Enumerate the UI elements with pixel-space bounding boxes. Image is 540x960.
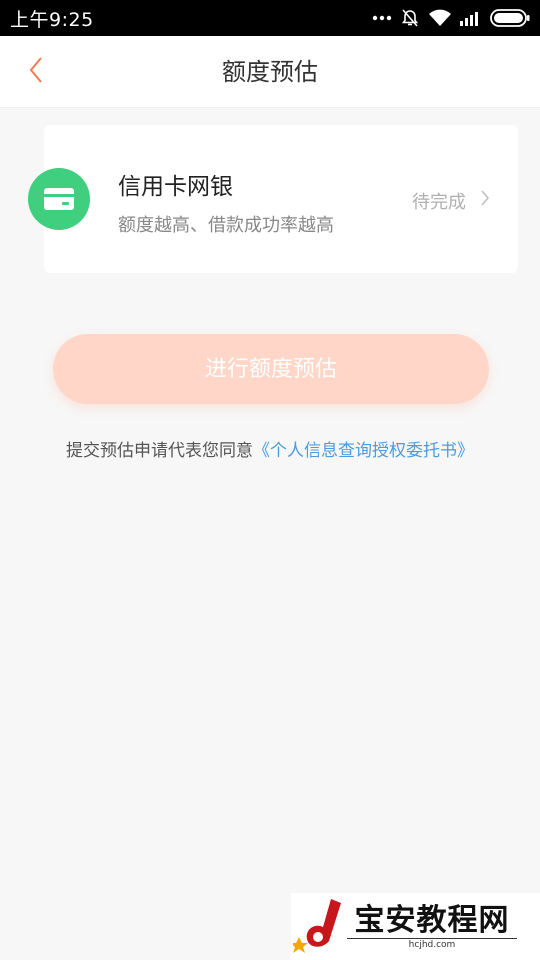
card-subtitle: 额度越高、借款成功率越高 <box>118 215 334 236</box>
nav-bar: 额度预估 <box>0 36 540 108</box>
watermark-text: 宝安教程网 hcjhd.com <box>347 902 517 950</box>
chevron-right-icon <box>480 189 490 211</box>
status-time: 上午9:25 <box>10 8 94 31</box>
credit-card-banking-item[interactable]: 信用卡网银 额度越高、借款成功率越高 待完成 <box>28 125 518 273</box>
watermark-title: 宝安教程网 <box>354 902 510 938</box>
status-bar: 上午9:25 <box>0 0 540 36</box>
estimate-limit-button[interactable]: 进行额度预估 <box>53 334 489 404</box>
chevron-left-icon <box>28 56 44 88</box>
alarm-off-icon <box>400 8 420 28</box>
watermark: 宝安教程网 hcjhd.com <box>290 893 540 960</box>
agreement-prefix: 提交预估申请代表您同意 <box>66 441 253 461</box>
battery-icon <box>490 9 530 27</box>
watermark-url: hcjhd.com <box>347 937 517 950</box>
more-dots-icon <box>372 14 392 22</box>
agreement-notice: 提交预估申请代表您同意《个人信息查询授权委托书》 <box>0 436 540 461</box>
credit-card-icon <box>28 168 90 230</box>
wifi-icon <box>428 9 452 27</box>
signal-icon <box>460 10 482 26</box>
card-title: 信用卡网银 <box>118 174 233 200</box>
status-badge: 待完成 <box>412 192 466 213</box>
watermark-logo-icon <box>290 897 345 957</box>
page-title: 额度预估 <box>222 58 318 86</box>
status-icons <box>372 8 530 28</box>
authorization-agreement-link[interactable]: 《个人信息查询授权委托书》 <box>253 441 474 461</box>
back-button[interactable] <box>16 52 56 92</box>
